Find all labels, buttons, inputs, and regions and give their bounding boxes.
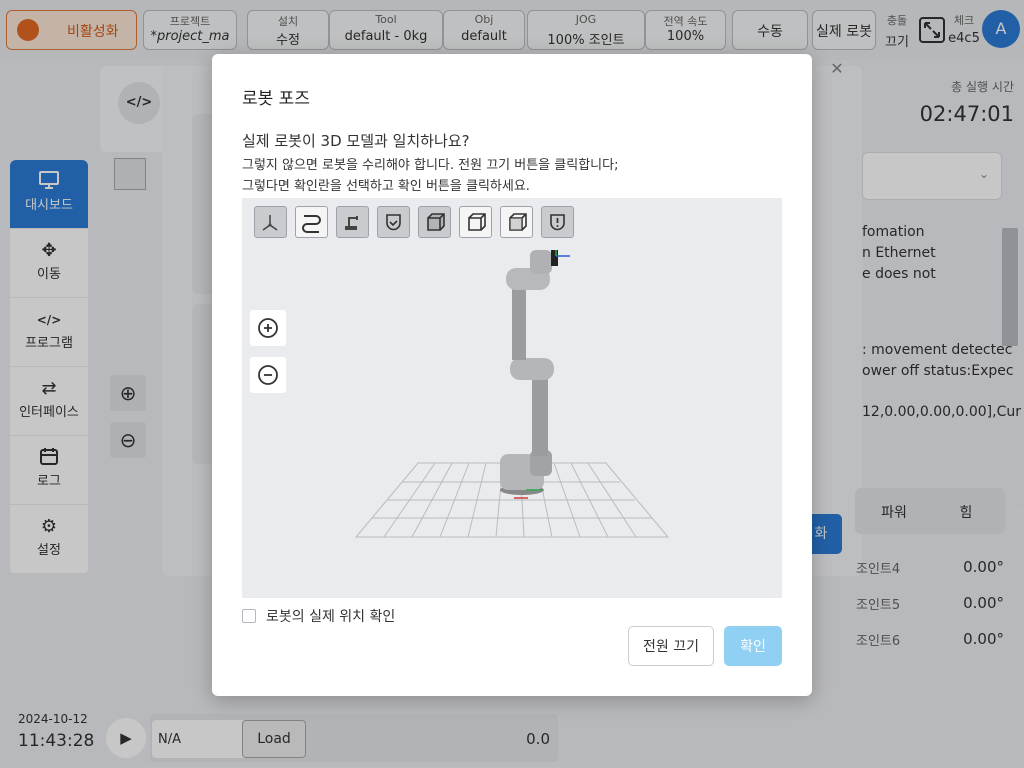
robot-arm — [500, 250, 570, 499]
confirm-position-checkbox[interactable] — [242, 609, 256, 623]
robot-pose-dialog: 로봇 포즈 실제 로봇이 3D 모델과 일치하나요? 그렇지 않으면 로봇을 수… — [212, 54, 812, 696]
robot-3d-viewer[interactable] — [242, 198, 782, 598]
dialog-instruction-2: 그렇다면 확인란을 선택하고 확인 버튼을 클릭하세요. — [242, 179, 530, 194]
close-icon[interactable]: ✕ — [826, 58, 848, 80]
dialog-instruction-1: 그렇지 않으면 로봇을 수리해야 합니다. 전원 끄기 버튼을 클릭합니다; — [242, 158, 619, 173]
dialog-question: 실제 로봇이 3D 모델과 일치하나요? — [242, 132, 470, 150]
power-off-button[interactable]: 전원 끄기 — [628, 626, 714, 666]
dialog-title: 로봇 포즈 — [242, 89, 310, 109]
confirm-position-label[interactable]: 로봇의 실제 위치 확인 — [266, 606, 395, 626]
robot-3d-scene — [354, 250, 670, 538]
confirm-button[interactable]: 확인 — [724, 626, 782, 666]
